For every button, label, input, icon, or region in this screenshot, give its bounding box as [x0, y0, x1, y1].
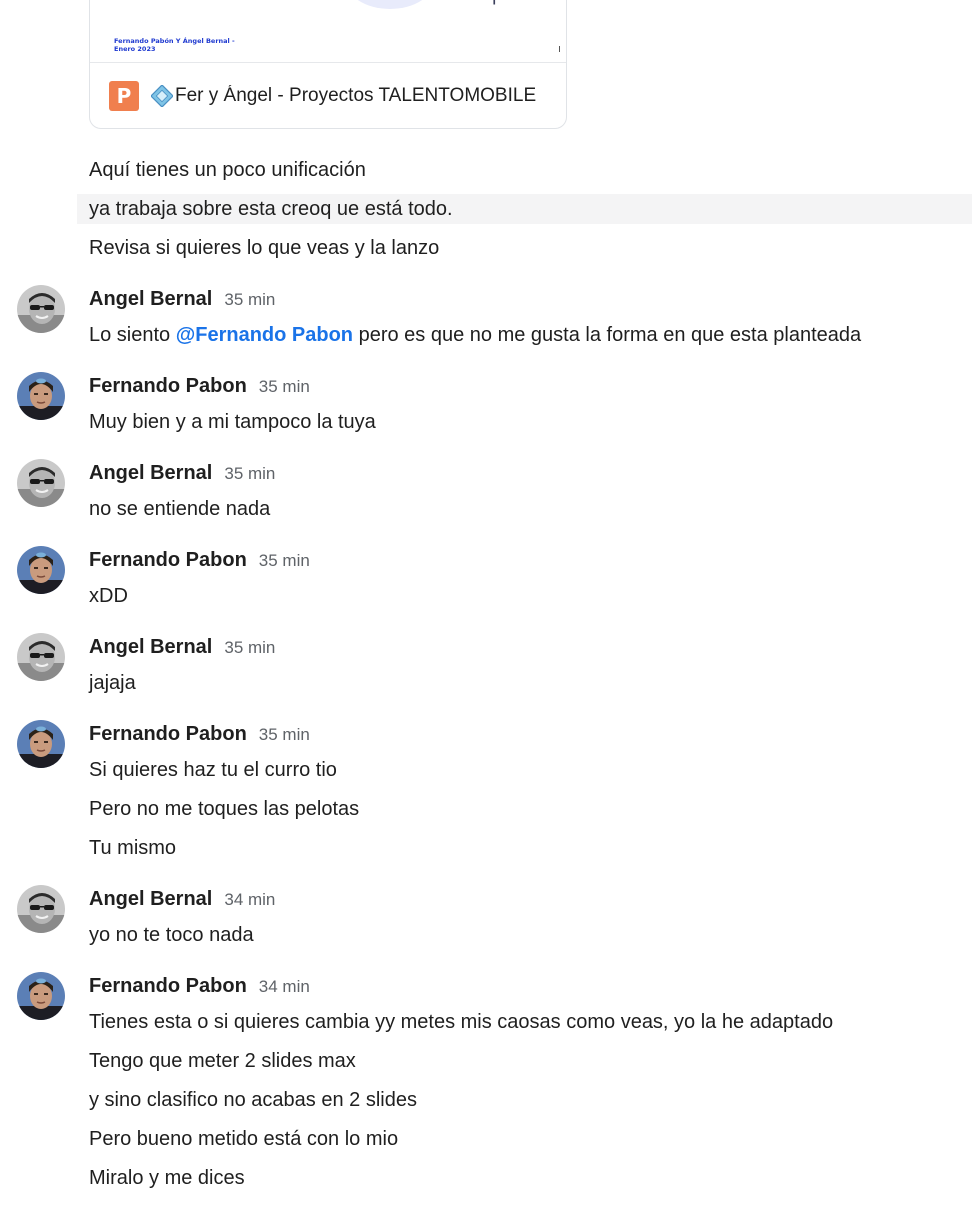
message-line: Revisa si quieres lo que veas y la lanzo: [89, 237, 440, 259]
message-line: Aquí tienes un poco unificación: [89, 159, 366, 181]
avatar-angel-bernal[interactable]: [17, 459, 65, 507]
attachment-title[interactable]: Fer y Ángel - Proyectos TALENTOMOBILE: [175, 85, 549, 107]
sender-name[interactable]: Fernando Pabon: [89, 375, 247, 397]
sender-name[interactable]: Angel Bernal: [89, 636, 212, 658]
avatar-angel-bernal[interactable]: [17, 633, 65, 681]
message-header: Fernando Pabon 35 min: [89, 373, 310, 400]
avatar-angel-bernal[interactable]: [17, 885, 65, 933]
sender-name[interactable]: Angel Bernal: [89, 462, 212, 484]
preview-caption-line2: Enero 2023: [114, 45, 156, 53]
message-text: y sino clasifico no acabas en 2 slides: [89, 1089, 417, 1111]
preview-graphic-glyph: ˈˌ: [482, 0, 501, 8]
diamond-emoji-icon: [151, 85, 173, 107]
message-header: Angel Bernal 35 min: [89, 286, 275, 313]
preview-graphic: [345, 0, 435, 9]
message-timestamp: 35 min: [224, 464, 276, 483]
avatar-fernando-pabon[interactable]: [17, 972, 65, 1020]
preview-caption-line1: Fernando Pabón Y Ángel Bernal -: [114, 37, 235, 45]
message-text: Tienes esta o si quieres cambia yy metes…: [89, 1011, 834, 1033]
message-header: Angel Bernal 34 min: [89, 886, 275, 913]
avatar-fernando-pabon[interactable]: [17, 372, 65, 420]
sender-name[interactable]: Fernando Pabon: [89, 723, 247, 745]
message-timestamp: 34 min: [258, 977, 310, 996]
message-timestamp: 35 min: [224, 638, 276, 657]
attachment-preview[interactable]: ˈˌ Fernando Pabón Y Ángel Bernal - Enero…: [90, 0, 566, 63]
message-text: jajaja: [89, 672, 136, 694]
message-text: Si quieres haz tu el curro tio: [89, 759, 337, 781]
message-timestamp: 34 min: [224, 890, 276, 909]
message-text: xDD: [89, 585, 128, 607]
attachment-card[interactable]: ˈˌ Fernando Pabón Y Ángel Bernal - Enero…: [89, 0, 567, 129]
message-text: Muy bien y a mi tampoco la tuya: [89, 411, 376, 433]
message-header: Fernando Pabon 34 min: [89, 973, 310, 1000]
message-timestamp: 35 min: [258, 725, 310, 744]
message-text: Miralo y me dices: [89, 1167, 245, 1189]
message-text: no se entiende nada: [89, 498, 271, 520]
user-mention[interactable]: @Fernando Pabon: [176, 324, 353, 346]
preview-caption: Fernando Pabón Y Ángel Bernal - Enero 20…: [114, 37, 235, 53]
sender-name[interactable]: Angel Bernal: [89, 288, 212, 310]
message-timestamp: 35 min: [258, 551, 310, 570]
message-text: Tengo que meter 2 slides max: [89, 1050, 356, 1072]
sender-name[interactable]: Angel Bernal: [89, 888, 212, 910]
message-header: Angel Bernal 35 min: [89, 634, 275, 661]
avatar-fernando-pabon[interactable]: [17, 720, 65, 768]
preview-divider: [559, 46, 560, 52]
google-slides-icon: P: [109, 81, 139, 111]
sender-name[interactable]: Fernando Pabon: [89, 975, 247, 997]
message-header: Angel Bernal 35 min: [89, 460, 275, 487]
sender-name[interactable]: Fernando Pabon: [89, 549, 247, 571]
avatar-angel-bernal[interactable]: [17, 285, 65, 333]
message-text: yo no te toco nada: [89, 924, 254, 946]
message-text: Tu mismo: [89, 837, 177, 859]
message-text: Pero no me toques las pelotas: [89, 798, 360, 820]
attachment-footer[interactable]: P Fer y Ángel - Proyectos TALENTOMOBILE: [90, 63, 566, 128]
message-header: Fernando Pabon 35 min: [89, 721, 310, 748]
message-text: Lo siento: [89, 324, 176, 346]
message-line: ya trabaja sobre esta creoq ue está todo…: [89, 198, 453, 220]
message-text: Pero bueno metido está con lo mio: [89, 1128, 399, 1150]
message-timestamp: 35 min: [224, 290, 276, 309]
message-header: Fernando Pabon 35 min: [89, 547, 310, 574]
message-timestamp: 35 min: [258, 377, 310, 396]
message-line: Lo siento @Fernando Pabon pero es que no…: [89, 322, 861, 348]
avatar-fernando-pabon[interactable]: [17, 546, 65, 594]
message-text: pero es que no me gusta la forma en que …: [353, 324, 862, 346]
